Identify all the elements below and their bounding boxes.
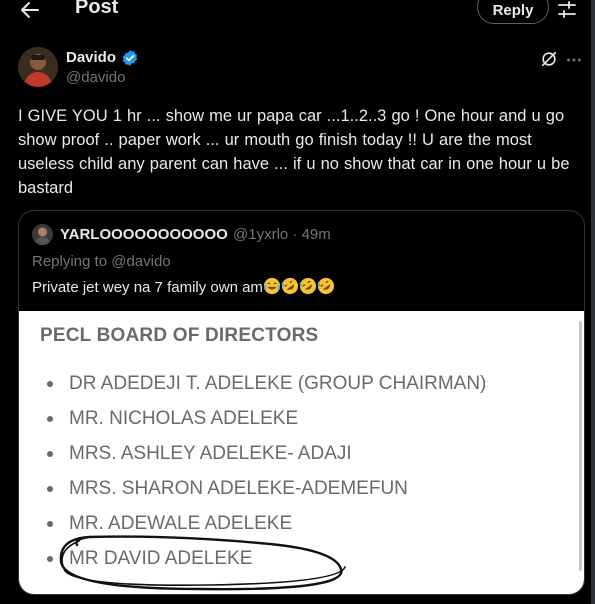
quote-avatar[interactable] — [32, 224, 53, 245]
quote-text: Private jet wey na 7 family own am — [32, 279, 263, 296]
rolling-on-floor-laughing-icon — [317, 277, 335, 295]
director-item: MR. NICHOLAS ADELEKE — [46, 408, 486, 443]
top-bar: Post Reply — [0, 0, 595, 24]
page-title: Post — [75, 0, 119, 18]
attached-image[interactable]: PECL BOARD OF DIRECTORS DR ADEDEJI T. AD… — [19, 311, 584, 594]
director-item: MR. ADEWALE ADELEKE — [46, 513, 486, 548]
verified-badge-icon — [122, 50, 138, 66]
post-text: I GIVE YOU 1 hr ... show me ur papa car … — [18, 107, 570, 197]
author-name[interactable]: Davido — [66, 49, 116, 66]
reply-button[interactable]: Reply — [477, 0, 549, 24]
sliders-icon[interactable] — [557, 0, 577, 20]
back-arrow-icon[interactable] — [18, 0, 42, 22]
director-item: DR ADEDEJI T. ADELEKE (GROUP CHAIRMAN) — [46, 373, 486, 408]
rolling-on-floor-laughing-icon — [281, 277, 299, 295]
replying-to: Replying to @davido — [32, 253, 171, 270]
author-handle[interactable]: @davido — [66, 69, 125, 86]
grok-icon[interactable] — [540, 50, 558, 68]
directors-list: DR ADEDEJI T. ADELEKE (GROUP CHAIRMAN) M… — [46, 373, 486, 583]
quote-author-name[interactable]: YARLOOOOOOOOOOO — [60, 226, 228, 243]
quote-handle-time: @1yxrlo · 49m — [233, 226, 331, 243]
avatar[interactable] — [18, 47, 58, 87]
director-item: MRS. ASHLEY ADELEKE- ADAJI — [46, 443, 486, 478]
director-item: MR DAVID ADELEKE — [46, 548, 486, 583]
more-options-icon[interactable] — [565, 51, 583, 69]
board-heading: PECL BOARD OF DIRECTORS — [40, 325, 319, 346]
image-scrollbar — [579, 321, 582, 571]
emoji-group — [263, 277, 335, 299]
scrollbar[interactable] — [591, 0, 595, 604]
rolling-on-floor-laughing-icon — [299, 277, 317, 295]
face-with-tears-of-joy-icon — [263, 277, 281, 295]
quoted-post[interactable]: YARLOOOOOOOOOOO @1yxrlo · 49m Replying t… — [18, 210, 585, 595]
director-item: MRS. SHARON ADELEKE-ADEMEFUN — [46, 478, 486, 513]
quote-text-line: Private jet wey na 7 family own am — [32, 277, 335, 299]
